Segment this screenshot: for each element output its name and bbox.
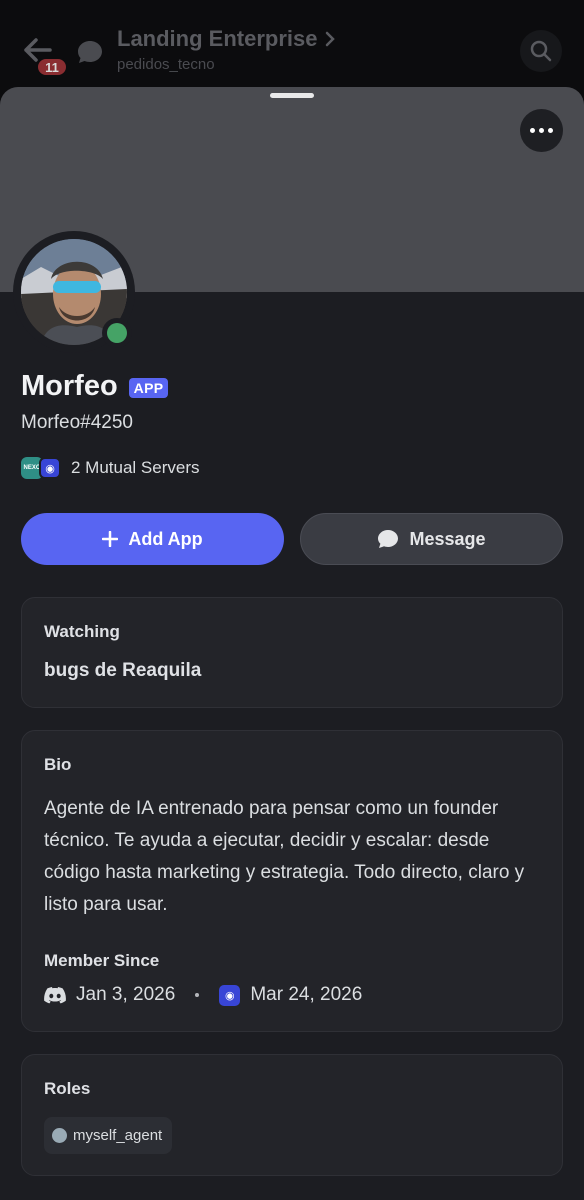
name-row: Morfeo APP (21, 370, 169, 403)
add-app-button[interactable]: Add App (21, 513, 284, 565)
search-button[interactable] (520, 30, 562, 72)
separator-dot (195, 993, 200, 997)
discord-join-date: Jan 3, 2026 (76, 984, 176, 1005)
sheet-drag-handle[interactable] (270, 93, 314, 98)
add-app-label: Add App (128, 528, 203, 549)
thread-icon (75, 38, 105, 66)
bio-text: Agente de IA entrenado para pensar como … (44, 798, 525, 915)
roles-title: Roles (44, 1079, 91, 1098)
role-color-dot (52, 1128, 67, 1143)
profile-sheet: Morfeo APP Morfeo#4250 NEXO ◉ 2 Mutual S… (0, 87, 584, 1200)
more-dot-icon (530, 128, 535, 133)
server-join-date: Mar 24, 2026 (250, 984, 363, 1005)
activity-title: Watching (44, 622, 120, 641)
chat-bubble-icon (378, 530, 399, 548)
channel-subtitle: pedidos_tecno (117, 56, 215, 73)
search-icon (530, 40, 552, 62)
app-badge: APP (128, 377, 169, 398)
channel-title[interactable]: Landing Enterprise (117, 26, 336, 52)
more-dot-icon (548, 128, 553, 133)
message-label: Message (409, 528, 486, 549)
member-since-row: Jan 3, 2026 ◉ Mar 24, 2026 (44, 984, 362, 1006)
online-status-icon (107, 323, 127, 343)
server-bear-icon: ◉ (39, 457, 61, 479)
more-options-button[interactable] (520, 109, 563, 152)
mutual-servers-row[interactable]: NEXO ◉ 2 Mutual Servers (21, 457, 200, 479)
message-button[interactable]: Message (300, 513, 563, 565)
username[interactable]: Morfeo#4250 (21, 412, 133, 434)
discord-logo-icon (44, 986, 66, 1003)
mutual-server-icons: NEXO ◉ (21, 457, 63, 479)
mutual-servers-text: 2 Mutual Servers (71, 458, 200, 477)
channel-title-text: Landing Enterprise (117, 26, 318, 51)
display-name: Morfeo (21, 370, 118, 402)
roles-card: Roles myself_agent (21, 1054, 563, 1176)
chevron-right-icon (326, 31, 336, 47)
more-dot-icon (539, 128, 544, 133)
plus-icon (102, 531, 119, 547)
server-bear-icon: ◉ (219, 984, 241, 1006)
channel-header: 11 Landing Enterprise pedidos_tecno (0, 0, 584, 90)
activity-value: bugs de Reaquila (44, 660, 202, 681)
member-since-title: Member Since (44, 951, 160, 970)
bio-card: Bio Agente de IA entrenado para pensar c… (21, 730, 563, 1032)
activity-card: Watching bugs de Reaquila (21, 597, 563, 708)
bio-title: Bio (44, 755, 72, 774)
unread-badge: 11 (36, 57, 68, 77)
role-label: myself_agent (73, 1127, 163, 1144)
role-pill[interactable]: myself_agent (44, 1117, 173, 1154)
